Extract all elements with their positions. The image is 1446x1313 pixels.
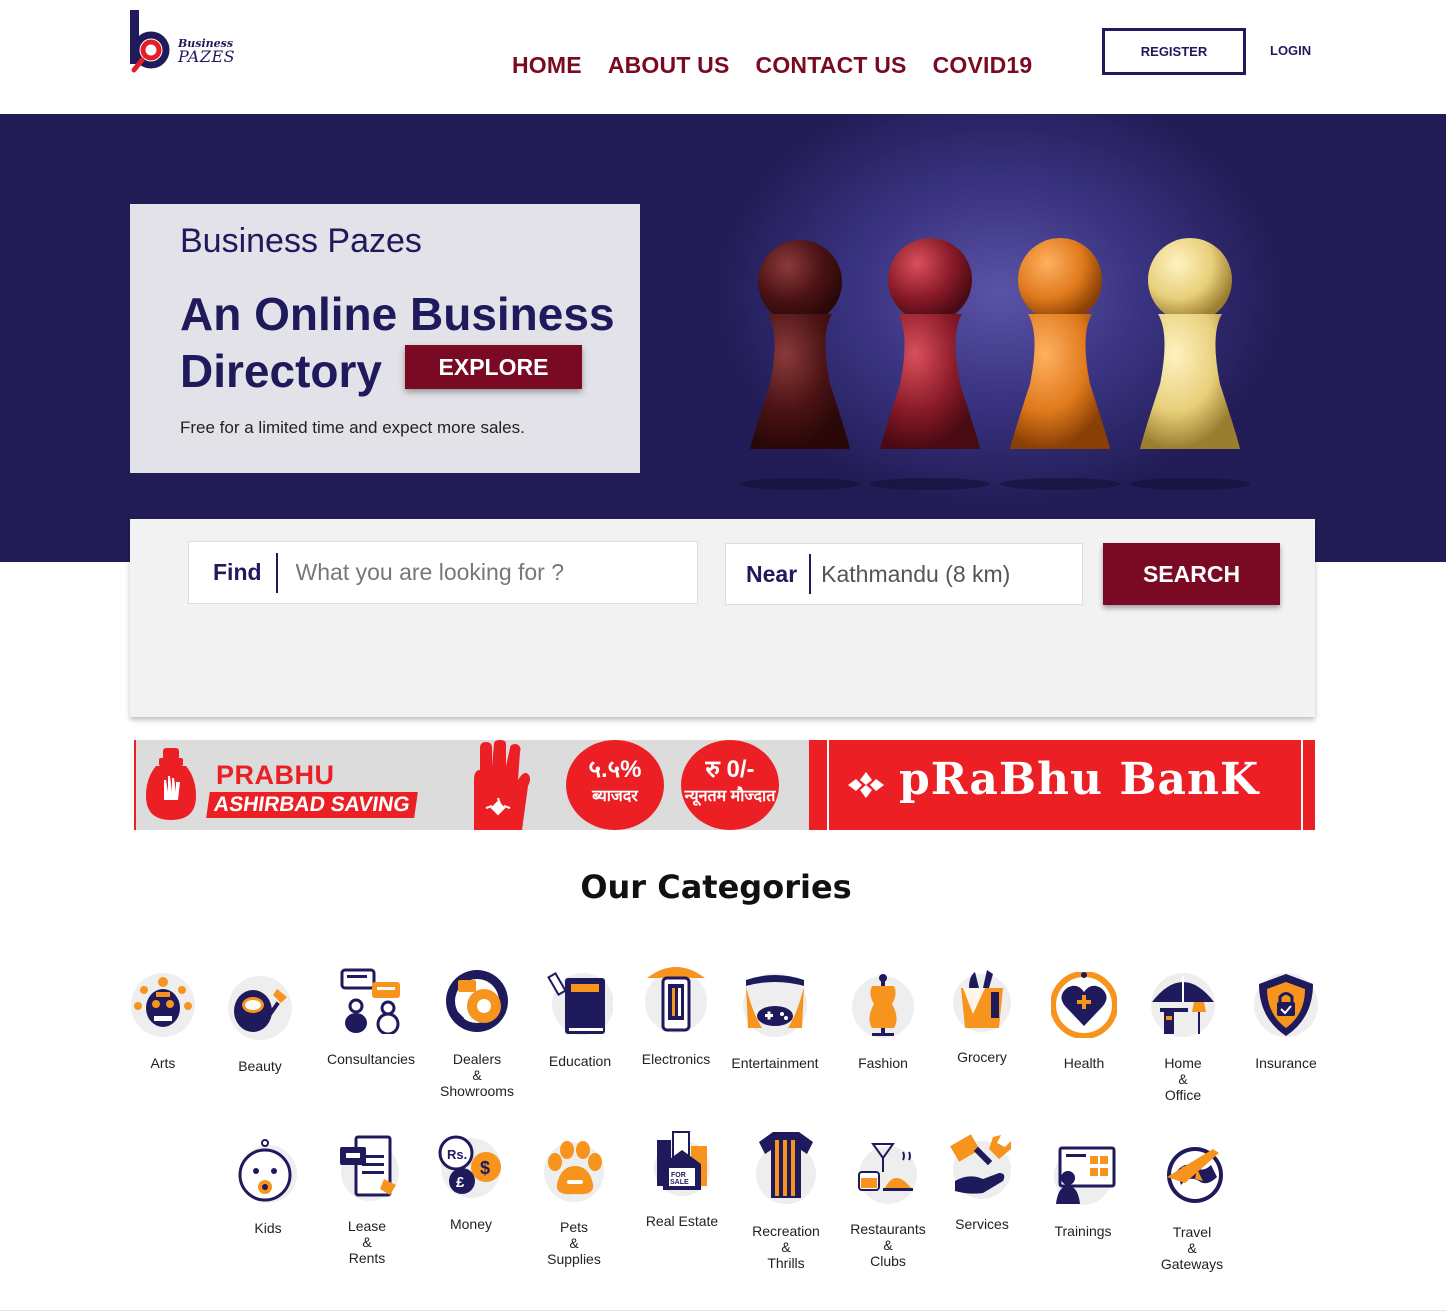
interest-rate-value: ५.५% [588,756,642,783]
find-input[interactable] [277,552,658,593]
minimum-balance-value: रु 0/- [705,756,755,783]
category-label: Entertainment [731,1055,819,1071]
category-label: Insurance [1255,1055,1317,1071]
svg-text:$: $ [480,1158,490,1178]
category-real-estate[interactable]: FOR SALE Real Estate [622,1130,742,1229]
category-label: Pets & Supplies [547,1219,601,1267]
pawn-cream [1130,238,1250,490]
category-label: Lease & Rents [347,1218,387,1266]
interest-rate-badge: ५.५% ब्याजदर [566,740,664,830]
near-box: Near [725,543,1083,605]
category-dealers-showrooms[interactable]: Dealers & Showrooms [417,968,537,1099]
blessing-hand-icon [474,740,530,830]
category-label: Dealers & Showrooms [440,1051,514,1099]
lease-icon [334,1135,400,1201]
register-button[interactable]: REGISTER [1102,28,1246,75]
categories-title: Our Categories [580,868,852,906]
pawn-orange [1000,238,1120,490]
nav-contact-us[interactable]: CONTACT US [756,52,907,79]
category-label: Beauty [238,1058,282,1074]
logo-line2: PAZES [178,47,236,66]
pawn-red [870,238,990,490]
nav-about-us[interactable]: ABOUT US [608,52,730,79]
business-pazes-logo[interactable]: Business PAZES [128,8,238,78]
prabhu-bank-logo-icon [848,772,884,798]
pawn-dark [740,240,860,490]
find-label: Find [189,552,278,593]
banner-subtitle: ASHIRBAD SAVING [206,792,418,818]
near-input[interactable] [811,554,1042,594]
svg-text:Rs.: Rs. [447,1147,467,1162]
education-icon [547,970,613,1036]
category-label: Travel & Gateways [1160,1224,1224,1272]
category-insurance[interactable]: Insurance [1226,972,1346,1071]
recreation-icon [753,1130,819,1206]
category-pets-supplies[interactable]: Pets & Supplies [514,1136,634,1267]
hero-card: Business Pazes An Online Business Direct… [130,204,640,473]
arts-icon [130,972,196,1038]
services-icon [949,1133,1015,1199]
banner-edge [134,740,136,830]
category-label: Money [449,1216,493,1232]
travel-icon [1159,1141,1225,1207]
footer-divider [0,1310,1446,1311]
hero-section: Business Pazes An Online Business Direct… [0,114,1446,562]
prabhu-bank-banner[interactable]: PRABHU ASHIRBAD SAVING ५.५% ब्याजदर रु 0… [134,740,1315,830]
trainings-icon [1050,1140,1116,1206]
dealers-icon [444,968,510,1034]
search-button[interactable]: SEARCH [1103,543,1280,605]
consultancies-icon [338,968,404,1034]
hero-subtitle: Free for a limited time and expect more … [180,418,525,437]
category-money[interactable]: Rs. $ £ Money [411,1133,531,1232]
search-panel: Find Near SEARCH [130,519,1315,717]
category-home-office[interactable]: Home & Office [1123,972,1243,1103]
interest-rate-label: ब्याजदर [592,788,638,805]
category-label: Consultancies [327,1051,415,1067]
hero-brand: Business Pazes [180,222,422,260]
entertainment-icon [742,972,808,1038]
electronics-icon [643,962,709,1034]
svg-text:SALE: SALE [670,1179,689,1186]
money-icon: Rs. $ £ [438,1133,504,1199]
svg-text:FOR: FOR [671,1172,686,1179]
category-travel-gateways[interactable]: Travel & Gateways [1132,1141,1252,1272]
kids-icon [235,1137,301,1203]
insurance-icon [1253,972,1319,1038]
pawns-image [740,238,1250,490]
home-office-icon [1150,972,1216,1038]
nav-covid19[interactable]: COVID19 [933,52,1033,79]
category-consultancies[interactable]: Consultancies [311,968,431,1067]
category-entertainment[interactable]: Entertainment [715,972,835,1071]
category-trainings[interactable]: Trainings [1023,1140,1143,1239]
savings-bottle-icon [146,748,196,820]
health-icon [1051,972,1117,1038]
banner-title: PRABHU [216,760,335,790]
explore-button[interactable]: EXPLORE [405,345,582,389]
logo-text: Business PAZES [178,38,235,65]
real-estate-icon: FOR SALE [649,1130,715,1196]
login-link[interactable]: LOGIN [1270,43,1311,58]
main-nav: HOME ABOUT US CONTACT US COVID19 [512,52,1058,79]
category-beauty[interactable]: Beauty [200,975,320,1074]
restaurants-icon [855,1138,921,1204]
bank-name: pRaBhu BanK [899,754,1260,805]
svg-text:£: £ [456,1174,465,1191]
nav-home[interactable]: HOME [512,52,582,79]
minimum-balance-label: न्यूनतम मौज्दात [684,788,776,805]
near-label: Near [726,554,812,594]
category-label: Trainings [1054,1223,1112,1239]
beauty-icon [227,975,293,1041]
site-header: Business PAZES HOME ABOUT US CONTACT US … [0,0,1446,114]
category-lease-rents[interactable]: Lease & Rents [307,1135,427,1266]
category-label: Home & Office [1164,1055,1202,1103]
pets-icon [541,1136,607,1202]
grocery-icon [949,966,1015,1032]
fashion-icon [850,972,916,1038]
find-box: Find [188,541,698,604]
minimum-balance-badge: रु 0/- न्यूनतम मौज्दात [681,740,779,830]
category-label: Real Estate [645,1213,719,1229]
